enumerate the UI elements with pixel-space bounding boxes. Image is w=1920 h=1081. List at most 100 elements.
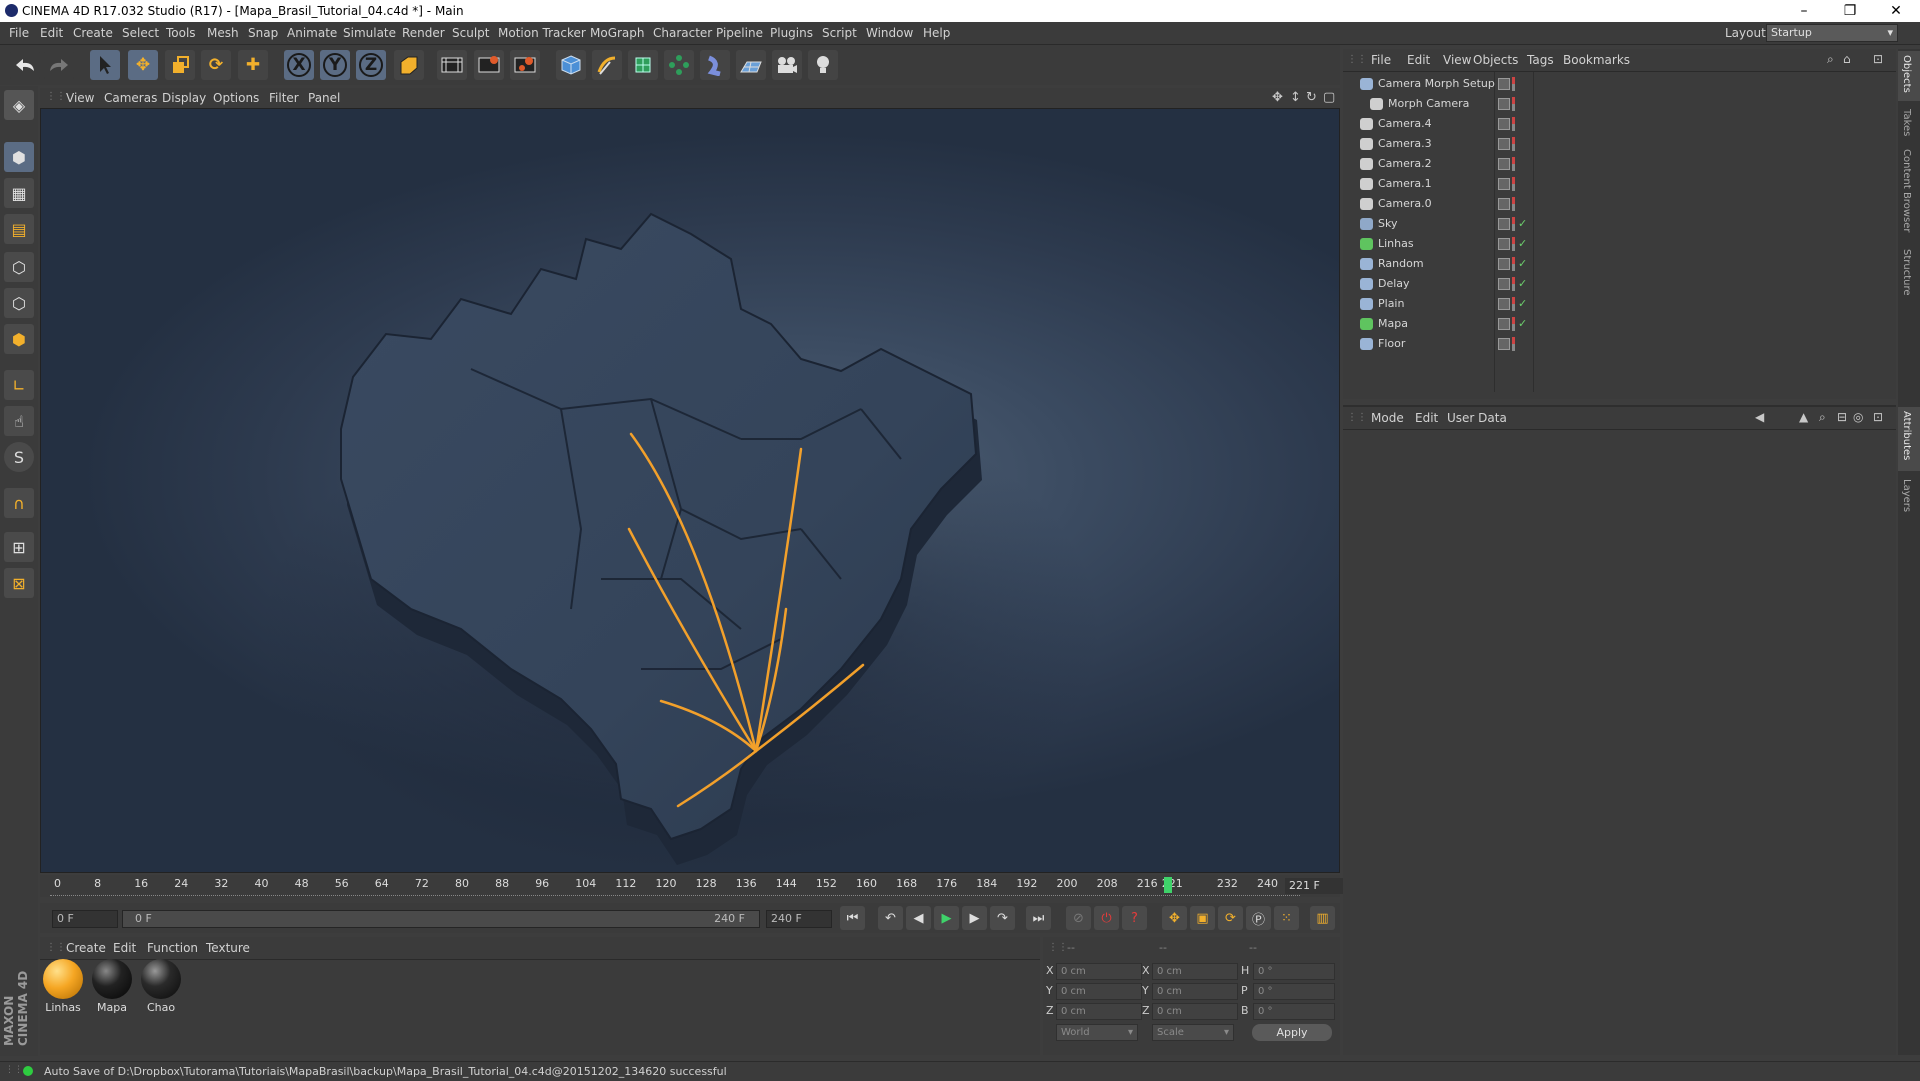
menu-create[interactable]: Create xyxy=(73,26,113,40)
previous-key-icon[interactable]: ↶ xyxy=(878,906,903,930)
preview-range-slider[interactable]: 0 F 240 F xyxy=(122,910,760,928)
maximize-view-icon[interactable]: ▢ xyxy=(1323,90,1335,105)
go-to-end-icon[interactable]: ⏭ xyxy=(1026,906,1051,930)
object-row[interactable]: Sky ✓ xyxy=(1358,214,1848,234)
object-row[interactable]: Floor xyxy=(1358,334,1848,354)
make-editable-icon[interactable]: ◈ xyxy=(4,90,34,120)
render-view-icon[interactable] xyxy=(437,50,467,80)
material-menu-edit[interactable]: Edit xyxy=(113,941,136,955)
visibility-dots-icon[interactable] xyxy=(1512,177,1515,191)
menu-select[interactable]: Select xyxy=(122,26,159,40)
objects-menu-edit[interactable]: Edit xyxy=(1407,53,1430,67)
viewport-menu-cameras[interactable]: Cameras xyxy=(104,91,157,105)
menu-snap[interactable]: Snap xyxy=(248,26,278,40)
object-row[interactable]: Camera.3 xyxy=(1358,134,1848,154)
object-row[interactable]: Camera.0 xyxy=(1358,194,1848,214)
snap-icon[interactable]: S xyxy=(4,442,34,472)
layer-swatch-icon[interactable] xyxy=(1498,118,1510,130)
material-menu-create[interactable]: Create xyxy=(66,941,106,955)
tab-layers[interactable]: Layers xyxy=(1901,479,1912,512)
size-z-field[interactable]: 0 cm xyxy=(1152,1003,1238,1020)
enable-grid-icon[interactable]: ⊠ xyxy=(4,568,34,598)
next-key-icon[interactable]: ↷ xyxy=(990,906,1015,930)
key-position-icon[interactable]: ✥ xyxy=(1162,906,1187,930)
objects-menu-file[interactable]: File xyxy=(1371,53,1391,67)
timeline-window-icon[interactable]: ▥ xyxy=(1310,906,1335,930)
previous-frame-icon[interactable]: ◀ xyxy=(906,906,931,930)
new-window-icon[interactable]: ⊡ xyxy=(1873,410,1883,424)
world-coord-icon[interactable] xyxy=(394,50,424,80)
position-y-field[interactable]: 0 cm xyxy=(1056,983,1142,1000)
apply-button[interactable]: Apply xyxy=(1252,1024,1332,1041)
menu-script[interactable]: Script xyxy=(822,26,857,40)
visibility-dots-icon[interactable] xyxy=(1512,197,1515,211)
layer-swatch-icon[interactable] xyxy=(1498,238,1510,250)
objects-menu-bookmarks[interactable]: Bookmarks xyxy=(1563,53,1630,67)
rotate-view-icon[interactable]: ↻ xyxy=(1306,90,1317,105)
tab-attributes[interactable]: Attributes xyxy=(1901,411,1912,460)
points-mode-icon[interactable]: ⬡ xyxy=(4,252,34,282)
layer-swatch-icon[interactable] xyxy=(1498,198,1510,210)
objects-menu-view[interactable]: View xyxy=(1443,53,1471,67)
layer-swatch-icon[interactable] xyxy=(1498,138,1510,150)
viewport-menu-panel[interactable]: Panel xyxy=(308,91,340,105)
tab-objects[interactable]: Objects xyxy=(1901,55,1912,93)
attributes-menu-user-data[interactable]: User Data xyxy=(1447,411,1507,425)
edit-render-settings-icon[interactable] xyxy=(510,50,540,80)
menu-animate[interactable]: Animate xyxy=(287,26,337,40)
material-swatch-mapa[interactable]: Mapa xyxy=(90,959,134,1014)
layer-swatch-icon[interactable] xyxy=(1498,278,1510,290)
enabled-check-icon[interactable]: ✓ xyxy=(1518,214,1527,234)
visibility-dots-icon[interactable] xyxy=(1512,137,1515,151)
magnet-icon[interactable]: ∩ xyxy=(4,488,34,518)
keyframe-selection-icon[interactable]: ? xyxy=(1122,906,1147,930)
layer-swatch-icon[interactable] xyxy=(1498,338,1510,350)
lock-workplane-icon[interactable]: ⊞ xyxy=(4,532,34,562)
edges-mode-icon[interactable]: ⬡ xyxy=(4,288,34,318)
scale-icon[interactable] xyxy=(165,50,195,80)
objects-menu-tags[interactable]: Tags xyxy=(1527,53,1554,67)
model-mode-icon[interactable]: ⬢ xyxy=(4,142,34,172)
key-scale-icon[interactable]: ▣ xyxy=(1190,906,1215,930)
layer-swatch-icon[interactable] xyxy=(1498,258,1510,270)
layer-swatch-icon[interactable] xyxy=(1498,218,1510,230)
visibility-dots-icon[interactable] xyxy=(1512,257,1515,271)
record-keys-icon[interactable]: ⊘ xyxy=(1066,906,1091,930)
tweak-icon[interactable]: ☝ xyxy=(4,406,34,436)
menu-file[interactable]: File xyxy=(9,26,29,40)
viewport-menu-filter[interactable]: Filter xyxy=(269,91,299,105)
key-parameter-icon[interactable]: Ⓟ xyxy=(1246,906,1271,930)
menu-pipeline[interactable]: Pipeline xyxy=(716,26,763,40)
menu-plugins[interactable]: Plugins xyxy=(770,26,813,40)
visibility-dots-icon[interactable] xyxy=(1512,277,1515,291)
attributes-menu-mode[interactable]: Mode xyxy=(1371,411,1404,425)
visibility-dots-icon[interactable] xyxy=(1512,97,1515,111)
redo-icon[interactable] xyxy=(44,50,74,80)
objects-menu-objects[interactable]: Objects xyxy=(1473,53,1518,67)
lock-icon[interactable]: ⊟ xyxy=(1837,410,1847,424)
material-menu-texture[interactable]: Texture xyxy=(206,941,250,955)
viewport-menu-options[interactable]: Options xyxy=(213,91,259,105)
rotation-p-field[interactable]: 0 ° xyxy=(1253,983,1335,1000)
light-icon[interactable] xyxy=(808,50,838,80)
timeline-ruler[interactable]: 0 8 16 24 32 40 48 56 64 72 80 88 96 104 112 120 128 136 1… xyxy=(40,875,1340,897)
object-row[interactable]: Camera.4 xyxy=(1358,114,1848,134)
material-menu-function[interactable]: Function xyxy=(147,941,198,955)
deformer-icon[interactable] xyxy=(700,50,730,80)
polygons-mode-icon[interactable]: ⬢ xyxy=(4,324,34,354)
back-arrow-icon[interactable]: ◀ xyxy=(1755,410,1764,424)
rotate-icon[interactable]: ⟳ xyxy=(201,50,231,80)
tab-content-browser[interactable]: Content Browser xyxy=(1901,149,1912,232)
visibility-dots-icon[interactable] xyxy=(1512,337,1515,351)
rotation-h-field[interactable]: 0 ° xyxy=(1253,963,1335,980)
layer-swatch-icon[interactable] xyxy=(1498,178,1510,190)
object-row[interactable]: Plain ✓ xyxy=(1358,294,1848,314)
tab-structure[interactable]: Structure xyxy=(1901,249,1912,296)
add-icon[interactable]: ✚ xyxy=(238,50,268,80)
start-frame-field[interactable]: 0 F xyxy=(52,910,118,928)
coordinate-system-select[interactable]: World ▾ xyxy=(1056,1024,1138,1041)
size-y-field[interactable]: 0 cm xyxy=(1152,983,1238,1000)
layer-swatch-icon[interactable] xyxy=(1498,318,1510,330)
axis-icon[interactable]: ∟ xyxy=(4,370,34,400)
layer-swatch-icon[interactable] xyxy=(1498,298,1510,310)
